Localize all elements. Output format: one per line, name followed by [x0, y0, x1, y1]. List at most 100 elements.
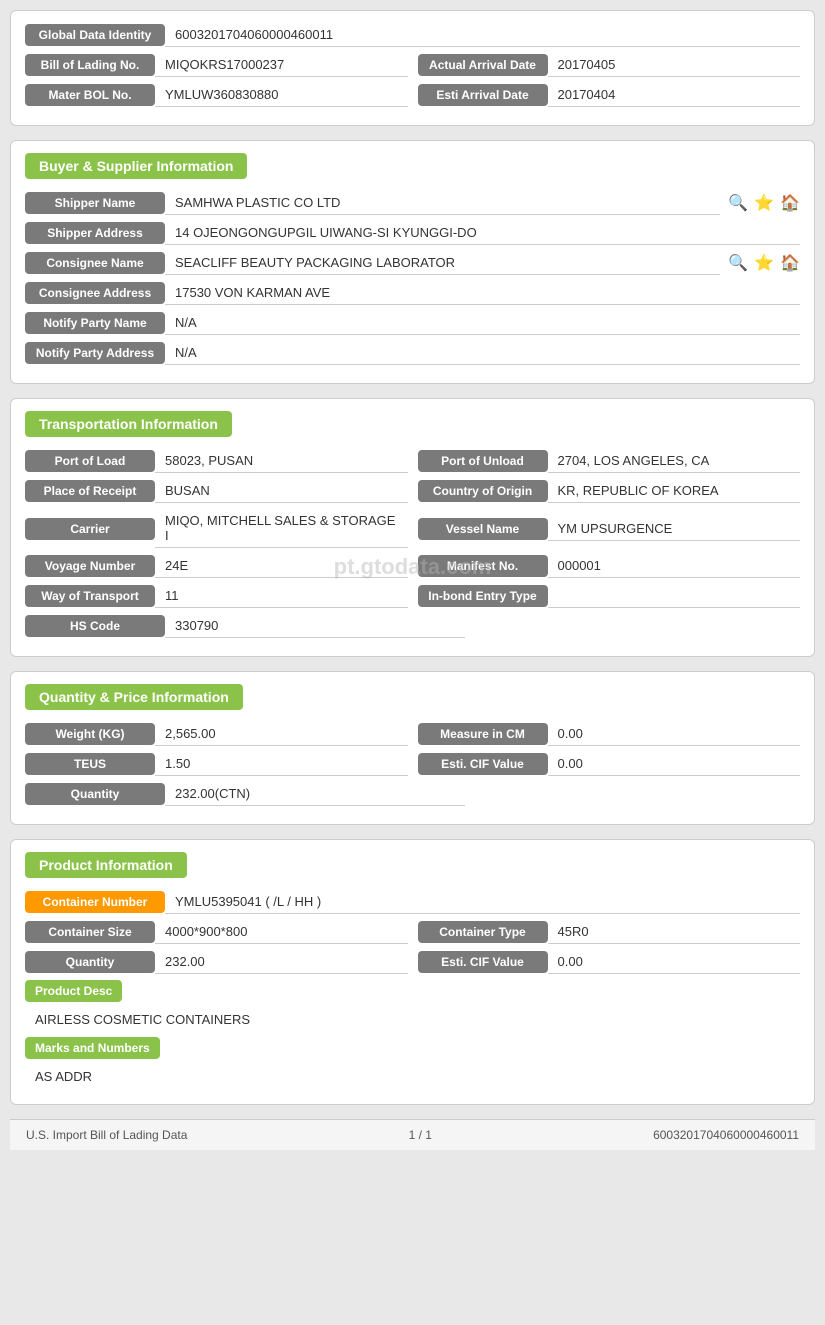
consignee-name-label: Consignee Name	[25, 252, 165, 274]
bol-row: Bill of Lading No. MIQOKRS17000237 Actua…	[25, 53, 800, 77]
container-size-label: Container Size	[25, 921, 155, 943]
teus-col: TEUS 1.50	[25, 752, 408, 776]
notify-party-address-label: Notify Party Address	[25, 342, 165, 364]
home-icon[interactable]: 🏠	[780, 193, 800, 213]
product-header: Product Information	[25, 852, 187, 878]
place-of-receipt-col: Place of Receipt BUSAN	[25, 479, 408, 503]
way-of-transport-label: Way of Transport	[25, 585, 155, 607]
transportation-card: Transportation Information Port of Load …	[10, 398, 815, 657]
consignee-home-icon[interactable]: 🏠	[780, 253, 800, 273]
port-of-unload-label: Port of Unload	[418, 450, 548, 472]
hs-code-row: HS Code 330790	[25, 614, 800, 638]
product-quantity-label: Quantity	[25, 951, 155, 973]
voyage-number-value: 24E	[155, 554, 408, 578]
bill-of-lading-value: MIQOKRS17000237	[155, 53, 408, 77]
master-bol-row: Mater BOL No. YMLUW360830880 Esti Arriva…	[25, 83, 800, 107]
marks-and-numbers-value: AS ADDR	[25, 1065, 800, 1088]
esti-cif-value-label: Esti. CIF Value	[418, 753, 548, 775]
consignee-star-icon[interactable]: ⭐	[754, 253, 774, 273]
notify-party-address-row: Notify Party Address N/A	[25, 341, 800, 365]
quantity-label: Quantity	[25, 783, 165, 805]
port-of-load-label: Port of Load	[25, 450, 155, 472]
product-desc-value: AIRLESS COSMETIC CONTAINERS	[25, 1008, 800, 1031]
port-of-unload-col: Port of Unload 2704, LOS ANGELES, CA	[418, 449, 801, 473]
quantity-value: 232.00(CTN)	[165, 782, 465, 806]
shipper-icons: 🔍 ⭐ 🏠	[728, 193, 800, 213]
consignee-address-value: 17530 VON KARMAN AVE	[165, 281, 800, 305]
consignee-search-icon[interactable]: 🔍	[728, 253, 748, 273]
container-size-type-row: Container Size 4000*900*800 Container Ty…	[25, 920, 800, 944]
shipper-name-label: Shipper Name	[25, 192, 165, 214]
product-esti-cif-col: Esti. CIF Value 0.00	[418, 950, 801, 974]
measure-in-cm-value: 0.00	[548, 722, 801, 746]
container-number-row: Container Number YMLU5395041 ( /L / HH )	[25, 890, 800, 914]
country-of-origin-label: Country of Origin	[418, 480, 548, 502]
star-icon[interactable]: ⭐	[754, 193, 774, 213]
buyer-supplier-header: Buyer & Supplier Information	[25, 153, 247, 179]
voyage-number-col: Voyage Number 24E	[25, 554, 408, 578]
measure-in-cm-col: Measure in CM 0.00	[418, 722, 801, 746]
consignee-address-label: Consignee Address	[25, 282, 165, 304]
quantity-price-card: Quantity & Price Information Weight (KG)…	[10, 671, 815, 825]
measure-in-cm-label: Measure in CM	[418, 723, 548, 745]
vessel-name-col: Vessel Name YM UPSURGENCE	[418, 509, 801, 548]
esti-arrival-date-value: 20170404	[548, 83, 801, 107]
bill-of-lading-col: Bill of Lading No. MIQOKRS17000237	[25, 53, 408, 77]
shipper-address-value: 14 OJEONGONGUPGIL UIWANG-SI KYUNGGI-DO	[165, 221, 800, 245]
product-card: Product Information Container Number YML…	[10, 839, 815, 1105]
notify-party-name-row: Notify Party Name N/A	[25, 311, 800, 335]
country-of-origin-value: KR, REPUBLIC OF KOREA	[548, 479, 801, 503]
vessel-name-label: Vessel Name	[418, 518, 548, 540]
weight-kg-col: Weight (KG) 2,565.00	[25, 722, 408, 746]
container-size-value: 4000*900*800	[155, 920, 408, 944]
container-number-label: Container Number	[25, 891, 165, 913]
hs-code-label: HS Code	[25, 615, 165, 637]
consignee-address-row: Consignee Address 17530 VON KARMAN AVE	[25, 281, 800, 305]
esti-arrival-col: Esti Arrival Date 20170404	[418, 83, 801, 107]
port-of-load-value: 58023, PUSAN	[155, 449, 408, 473]
footer-center: 1 / 1	[409, 1128, 432, 1142]
voyage-manifest-row: Voyage Number 24E Manifest No. 000001 pt…	[25, 554, 800, 578]
shipper-address-row: Shipper Address 14 OJEONGONGUPGIL UIWANG…	[25, 221, 800, 245]
esti-cif-value-value: 0.00	[548, 752, 801, 776]
container-type-col: Container Type 45R0	[418, 920, 801, 944]
product-desc-section: Product Desc AIRLESS COSMETIC CONTAINERS	[25, 980, 800, 1031]
place-of-receipt-label: Place of Receipt	[25, 480, 155, 502]
voyage-number-label: Voyage Number	[25, 555, 155, 577]
footer-bar: U.S. Import Bill of Lading Data 1 / 1 60…	[10, 1119, 815, 1150]
place-of-receipt-value: BUSAN	[155, 479, 408, 503]
quantity-row: Quantity 232.00(CTN)	[25, 782, 800, 806]
transportation-header: Transportation Information	[25, 411, 232, 437]
container-number-value: YMLU5395041 ( /L / HH )	[165, 890, 800, 914]
manifest-no-col: Manifest No. 000001	[418, 554, 801, 578]
consignee-name-value: SEACLIFF BEAUTY PACKAGING LABORATOR	[165, 251, 720, 275]
teus-cif-row: TEUS 1.50 Esti. CIF Value 0.00	[25, 752, 800, 776]
product-quantity-value: 232.00	[155, 950, 408, 974]
port-of-unload-value: 2704, LOS ANGELES, CA	[548, 449, 801, 473]
receipt-origin-row: Place of Receipt BUSAN Country of Origin…	[25, 479, 800, 503]
way-of-transport-col: Way of Transport 11	[25, 584, 408, 608]
top-card: Global Data Identity 6003201704060000460…	[10, 10, 815, 126]
weight-kg-value: 2,565.00	[155, 722, 408, 746]
product-esti-cif-label: Esti. CIF Value	[418, 951, 548, 973]
consignee-icons: 🔍 ⭐ 🏠	[728, 253, 800, 273]
carrier-vessel-row: Carrier MIQO, MITCHELL SALES & STORAGE I…	[25, 509, 800, 548]
port-of-load-col: Port of Load 58023, PUSAN	[25, 449, 408, 473]
country-of-origin-col: Country of Origin KR, REPUBLIC OF KOREA	[418, 479, 801, 503]
carrier-value: MIQO, MITCHELL SALES & STORAGE I	[155, 509, 408, 548]
product-desc-label: Product Desc	[25, 980, 122, 1002]
notify-party-name-value: N/A	[165, 311, 800, 335]
esti-cif-col: Esti. CIF Value 0.00	[418, 752, 801, 776]
search-icon[interactable]: 🔍	[728, 193, 748, 213]
shipper-name-value: SAMHWA PLASTIC CO LTD	[165, 191, 720, 215]
product-quantity-col: Quantity 232.00	[25, 950, 408, 974]
in-bond-entry-type-label: In-bond Entry Type	[418, 585, 548, 607]
in-bond-entry-type-value	[548, 584, 801, 608]
port-row: Port of Load 58023, PUSAN Port of Unload…	[25, 449, 800, 473]
shipper-name-row: Shipper Name SAMHWA PLASTIC CO LTD 🔍 ⭐ 🏠	[25, 191, 800, 215]
actual-arrival-col: Actual Arrival Date 20170405	[418, 53, 801, 77]
teus-label: TEUS	[25, 753, 155, 775]
manifest-no-value: 000001	[548, 554, 801, 578]
global-data-identity-label: Global Data Identity	[25, 24, 165, 46]
carrier-label: Carrier	[25, 518, 155, 540]
